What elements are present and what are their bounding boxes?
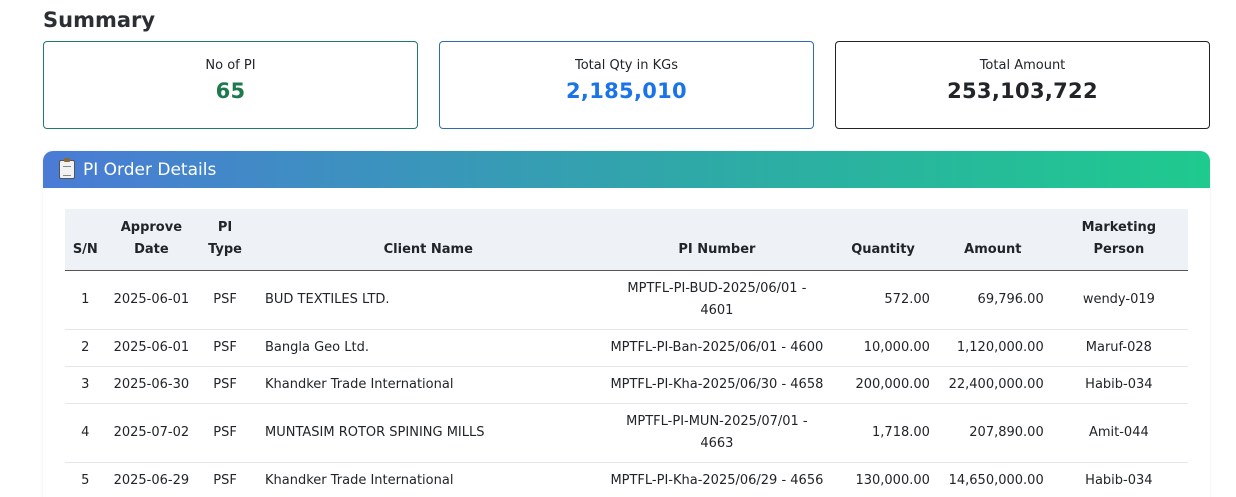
cell-sn: 3	[65, 366, 106, 404]
cell-amount: 14,650,000.00	[935, 462, 1050, 497]
cell-approve-date: 2025-06-01	[105, 329, 198, 367]
table-row: 5 2025-06-29 PSF Khandker Trade Internation…	[65, 462, 1188, 497]
cell-pi-type: PSF	[197, 462, 253, 497]
table-row: 1 2025-06-01 PSF BUD TEXTILES LTD. MPTFL-PI-…	[65, 270, 1188, 330]
cell-client-name: MUNTASIM ROTOR SPINING MILLS	[252, 403, 604, 463]
cell-client-name: Khandker Trade International	[252, 366, 604, 404]
cell-marketing-person: Maruf-028	[1049, 329, 1188, 367]
table-row: 3 2025-06-30 PSF Khandker Trade Internation…	[65, 366, 1188, 404]
cell-sn: 5	[65, 462, 106, 497]
card-value: 253,103,722	[947, 79, 1098, 103]
cell-client-name: Bangla Geo Ltd.	[252, 329, 604, 367]
cell-approve-date: 2025-06-01	[105, 270, 198, 330]
cell-quantity: 572.00	[830, 270, 936, 330]
cell-amount: 1,120,000.00	[935, 329, 1050, 367]
header-quantity: Quantity	[830, 209, 936, 271]
panel-header: PI Order Details	[43, 151, 1210, 188]
cell-pi-number: MPTFL-PI-Ban-2025/06/01 - 4600	[603, 329, 831, 367]
cell-sn: 2	[65, 329, 106, 367]
header-sn: S/N	[65, 209, 106, 271]
cell-pi-type: PSF	[197, 403, 253, 463]
cell-quantity: 10,000.00	[830, 329, 936, 367]
cell-pi-type: PSF	[197, 329, 253, 367]
cell-approve-date: 2025-06-29	[105, 462, 198, 497]
cell-sn: 1	[65, 270, 106, 330]
header-pi-type: PI Type	[197, 209, 253, 271]
cell-marketing-person: Habib-034	[1049, 366, 1188, 404]
card-label: Total Qty in KGs	[574, 58, 678, 73]
card-label: Total Amount	[979, 58, 1066, 73]
header-amount: Amount	[935, 209, 1050, 271]
header-marketing-person: Marketing Person	[1049, 209, 1188, 271]
cell-client-name: BUD TEXTILES LTD.	[252, 270, 604, 330]
cell-amount: 22,400,000.00	[935, 366, 1050, 404]
cell-amount: 207,890.00	[935, 403, 1050, 463]
table-row: 4 2025-07-02 PSF MUNTASIM ROTOR SPINING MIL…	[65, 403, 1188, 463]
cell-marketing-person: wendy-019	[1049, 270, 1188, 330]
card-label: No of PI	[205, 58, 256, 73]
table-header-row: S/N Approve Date PI Type Client Name PI …	[65, 209, 1188, 271]
cell-sn: 4	[65, 403, 106, 463]
cell-pi-type: PSF	[197, 366, 253, 404]
header-pi-number: PI Number	[603, 209, 831, 271]
cell-pi-type: PSF	[197, 270, 253, 330]
cell-approve-date: 2025-06-30	[105, 366, 198, 404]
cell-pi-number: MPTFL-PI-Kha-2025/06/30 - 4658	[603, 366, 831, 404]
card-total-qty: Total Qty in KGs 2,185,010	[439, 41, 814, 129]
cell-pi-number: MPTFL-PI-Kha-2025/06/29 - 4656	[603, 462, 831, 497]
cell-approve-date: 2025-07-02	[105, 403, 198, 463]
cell-quantity: 200,000.00	[830, 366, 936, 404]
pi-order-details-panel: PI Order Details S/N Approve Date PI Typ…	[43, 151, 1210, 497]
card-total-amount: Total Amount 253,103,722	[835, 41, 1210, 129]
cell-quantity: 130,000.00	[830, 462, 936, 497]
pi-order-table: S/N Approve Date PI Type Client Name PI …	[65, 209, 1188, 497]
cell-pi-number: MPTFL-PI-BUD-2025/06/01 - 4601	[603, 270, 831, 330]
cell-pi-number: MPTFL-PI-MUN-2025/07/01 - 4663	[603, 403, 831, 463]
header-client-name: Client Name	[252, 209, 604, 271]
card-no-of-pi: No of PI 65	[43, 41, 418, 129]
card-value: 2,185,010	[566, 79, 687, 103]
cell-quantity: 1,718.00	[830, 403, 936, 463]
panel-title: PI Order Details	[83, 159, 217, 180]
summary-title: Summary	[43, 8, 156, 32]
table-row: 2 2025-06-01 PSF Bangla Geo Ltd. MPTFL-PI-Ba…	[65, 329, 1188, 367]
cell-client-name: Khandker Trade International	[252, 462, 604, 497]
clipboard-icon	[59, 158, 75, 179]
cell-amount: 69,796.00	[935, 270, 1050, 330]
cell-marketing-person: Habib-034	[1049, 462, 1188, 497]
header-approve-date: Approve Date	[105, 209, 198, 271]
card-value: 65	[215, 79, 246, 103]
cell-marketing-person: Amit-044	[1049, 403, 1188, 463]
